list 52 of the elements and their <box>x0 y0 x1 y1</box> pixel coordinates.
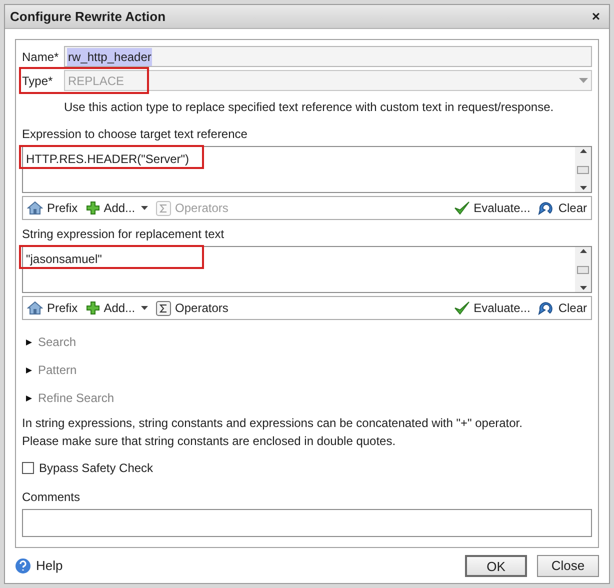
bypass-checkbox[interactable]: Bypass Safety Check <box>22 459 592 477</box>
undo-arrow-icon <box>538 201 554 215</box>
toolbar-button[interactable]: Prefix <box>27 199 78 217</box>
help-link[interactable]: Help <box>36 556 63 576</box>
dropdown-caret-icon <box>579 78 588 83</box>
undo-arrow-icon <box>538 301 554 315</box>
toolbar-button[interactable]: Clear <box>538 199 587 217</box>
scroll-bar[interactable] <box>575 247 591 292</box>
toolbar-button[interactable]: Evaluate... <box>454 199 530 217</box>
expand-triangle-icon <box>26 338 32 346</box>
toolbar-button[interactable]: Clear <box>538 299 587 317</box>
type-label: Type* <box>22 72 54 90</box>
expression-label: String expression for replacement text <box>22 226 226 243</box>
toolbar-button[interactable]: Add... <box>86 299 136 317</box>
house-icon <box>27 201 43 215</box>
expander-link[interactable]: Pattern <box>26 361 592 379</box>
checkmark-icon <box>454 201 470 215</box>
toolbar-button[interactable]: Evaluate... <box>454 299 530 317</box>
window-title: Configure Rewrite Action <box>10 8 166 26</box>
plus-icon <box>86 301 100 315</box>
toolbar-button[interactable]: Prefix <box>27 299 78 317</box>
expression-editor[interactable]: "jasonsamuel" <box>22 246 592 293</box>
toolbar-button[interactable]: Add... <box>86 199 136 217</box>
name-label: Name* <box>22 48 60 66</box>
dropdown-caret-icon[interactable] <box>141 306 148 310</box>
expression-editor[interactable]: HTTP.RES.HEADER("Server") <box>22 146 592 193</box>
comments-field[interactable] <box>22 509 592 537</box>
expander-link[interactable]: Search <box>26 333 592 351</box>
toolbar-button[interactable]: Operators <box>156 299 228 317</box>
scroll-bar[interactable] <box>575 147 591 192</box>
checkmark-icon <box>454 301 470 315</box>
dialog-button[interactable]: OK <box>465 555 527 577</box>
expression-label: Expression to choose target text reference <box>22 126 248 143</box>
house-icon <box>27 301 43 315</box>
name-field[interactable]: rw_http_header <box>64 46 592 67</box>
sigma-icon <box>156 300 172 316</box>
dialog-button[interactable]: Close <box>537 555 599 577</box>
help-icon <box>15 558 31 574</box>
type-description: Use this action type to replace specified text reference with custom text in request/response. <box>63 99 555 116</box>
close-button[interactable]: × <box>588 6 604 27</box>
expander-link[interactable]: Refine Search <box>26 389 592 407</box>
comments-label: Comments <box>22 489 82 506</box>
dropdown-caret-icon[interactable] <box>141 206 148 210</box>
expression-text: "jasonsamuel" <box>26 252 102 266</box>
name-value: rw_http_header <box>67 48 152 66</box>
plus-icon <box>86 201 100 215</box>
sigma-icon <box>156 200 172 216</box>
expand-triangle-icon <box>26 394 32 402</box>
note-text: In string expressions, string constants and expressions can be concatenated with "+" operator. <box>22 415 524 432</box>
expand-triangle-icon <box>26 366 32 374</box>
expression-text: HTTP.RES.HEADER("Server") <box>26 152 189 166</box>
note-text: Please make sure that string constants are enclosed in double quotes. <box>22 433 397 450</box>
